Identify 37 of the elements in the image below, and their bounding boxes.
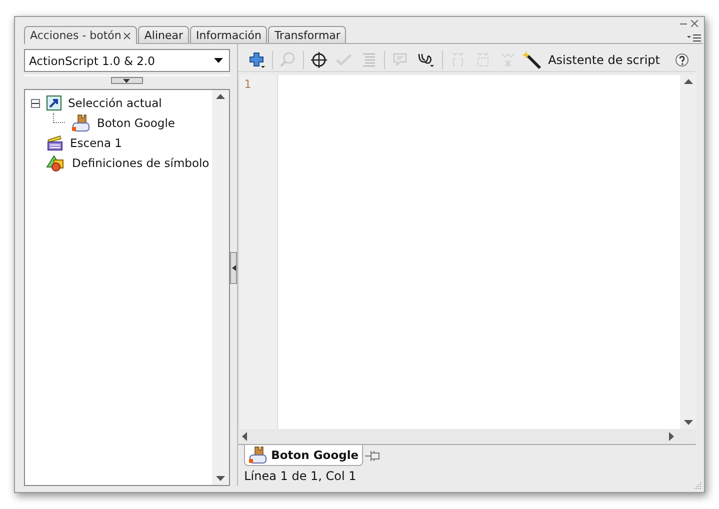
tree-item[interactable]: Escena 1 <box>70 136 122 150</box>
scroll-down-icon[interactable] <box>684 420 692 425</box>
magic-wand-icon <box>522 50 542 70</box>
panel-tab[interactable]: Alinear <box>138 26 190 43</box>
shapes-icon <box>46 154 66 172</box>
scroll-right-icon[interactable] <box>669 432 674 441</box>
close-tab-icon[interactable] <box>123 32 132 40</box>
script-tab[interactable]: Boton Google <box>244 445 363 466</box>
language-dropdown[interactable]: ActionScript 1.0 & 2.0 <box>24 49 230 72</box>
scroll-left-icon[interactable] <box>242 432 248 441</box>
line-number: 1 <box>244 77 252 91</box>
add-icon[interactable] <box>248 51 266 69</box>
collapse-pane-button[interactable] <box>230 252 238 284</box>
button-symbol-icon <box>248 446 268 464</box>
pin-icon[interactable] <box>364 448 381 462</box>
close-icon[interactable] <box>691 20 698 27</box>
panel-tab[interactable]: Acciones - botón <box>24 26 138 44</box>
script-assist-button[interactable]: Asistente de script <box>522 50 660 70</box>
tree-item[interactable]: Definiciones de símbolo <box>72 156 210 170</box>
tree-item[interactable]: Boton Google <box>97 116 175 130</box>
scroll-up-icon[interactable] <box>216 94 225 99</box>
collapse-icon[interactable] <box>31 98 40 108</box>
help-icon[interactable] <box>675 53 689 67</box>
scroll-up-icon[interactable] <box>684 79 692 84</box>
status-text: Línea 1 de 1, Col 1 <box>243 468 358 485</box>
caret-icon <box>123 79 130 83</box>
debug-icon[interactable] <box>416 51 436 69</box>
panel-tab[interactable]: Transformar <box>268 26 346 43</box>
toggle-pane-button[interactable] <box>110 77 143 84</box>
scroll-down-icon[interactable] <box>216 476 225 481</box>
clapperboard-icon <box>46 135 64 151</box>
target-icon[interactable] <box>310 51 328 69</box>
button-symbol-icon <box>71 114 91 132</box>
dropdown-arrow-icon <box>214 58 223 63</box>
panel-menu-icon[interactable] <box>687 34 701 43</box>
tree-item[interactable]: Selección actual <box>68 96 162 110</box>
panel-tab[interactable]: Información <box>190 26 268 43</box>
